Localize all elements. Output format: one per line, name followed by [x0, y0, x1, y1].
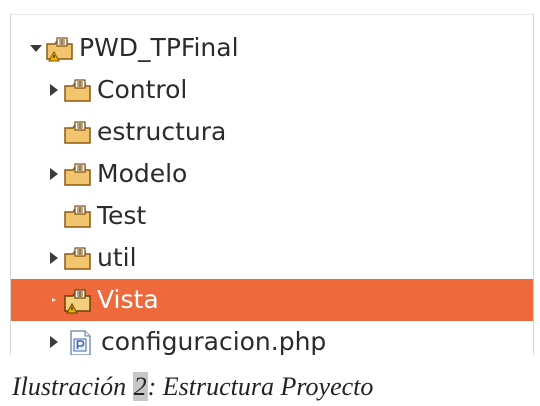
tree-item-util[interactable]: util: [11, 237, 533, 279]
tree-item-vista[interactable]: Vista: [11, 279, 533, 321]
tree-item-label: PWD_TPFinal: [79, 33, 239, 62]
tree-item-label: Vista: [97, 285, 159, 314]
package-folder-warning-icon: [63, 288, 93, 314]
chevron-right-icon[interactable]: [47, 82, 61, 98]
package-folder-icon: [63, 204, 93, 230]
tree-item-label: util: [97, 243, 137, 272]
tree-item-label: Control: [97, 75, 188, 104]
tree-item-control[interactable]: Control: [11, 69, 533, 111]
project-explorer-tree: PWD_TPFinal Control estructura Modelo Te…: [10, 14, 534, 355]
caption-suffix: : Estructura Proyecto: [147, 372, 374, 401]
tree-item-test[interactable]: Test: [11, 195, 533, 237]
caption-number: 2: [132, 372, 148, 401]
caption-prefix: Ilustración: [12, 372, 133, 401]
chevron-right-icon[interactable]: [47, 292, 61, 308]
package-folder-icon: [63, 120, 93, 146]
tree-item-estructura[interactable]: estructura: [11, 111, 533, 153]
tree-item-label: estructura: [97, 117, 227, 146]
project-icon: [45, 36, 75, 62]
tree-item-label: Test: [97, 201, 147, 230]
chevron-right-icon[interactable]: [47, 334, 61, 350]
chevron-right-icon[interactable]: [47, 250, 61, 266]
package-folder-icon: [63, 246, 93, 272]
tree-item-modelo[interactable]: Modelo: [11, 153, 533, 195]
tree-item-label: Modelo: [97, 159, 188, 188]
tree-item-pwd-tpfinal[interactable]: PWD_TPFinal: [11, 27, 533, 69]
chevron-down-icon[interactable]: [29, 40, 43, 56]
package-folder-icon: [63, 78, 93, 104]
tree-item-partial: [11, 349, 533, 355]
figure-caption: Ilustración 2: Estructura Proyecto: [12, 372, 373, 402]
package-folder-icon: [63, 162, 93, 188]
chevron-right-icon[interactable]: [47, 166, 61, 182]
